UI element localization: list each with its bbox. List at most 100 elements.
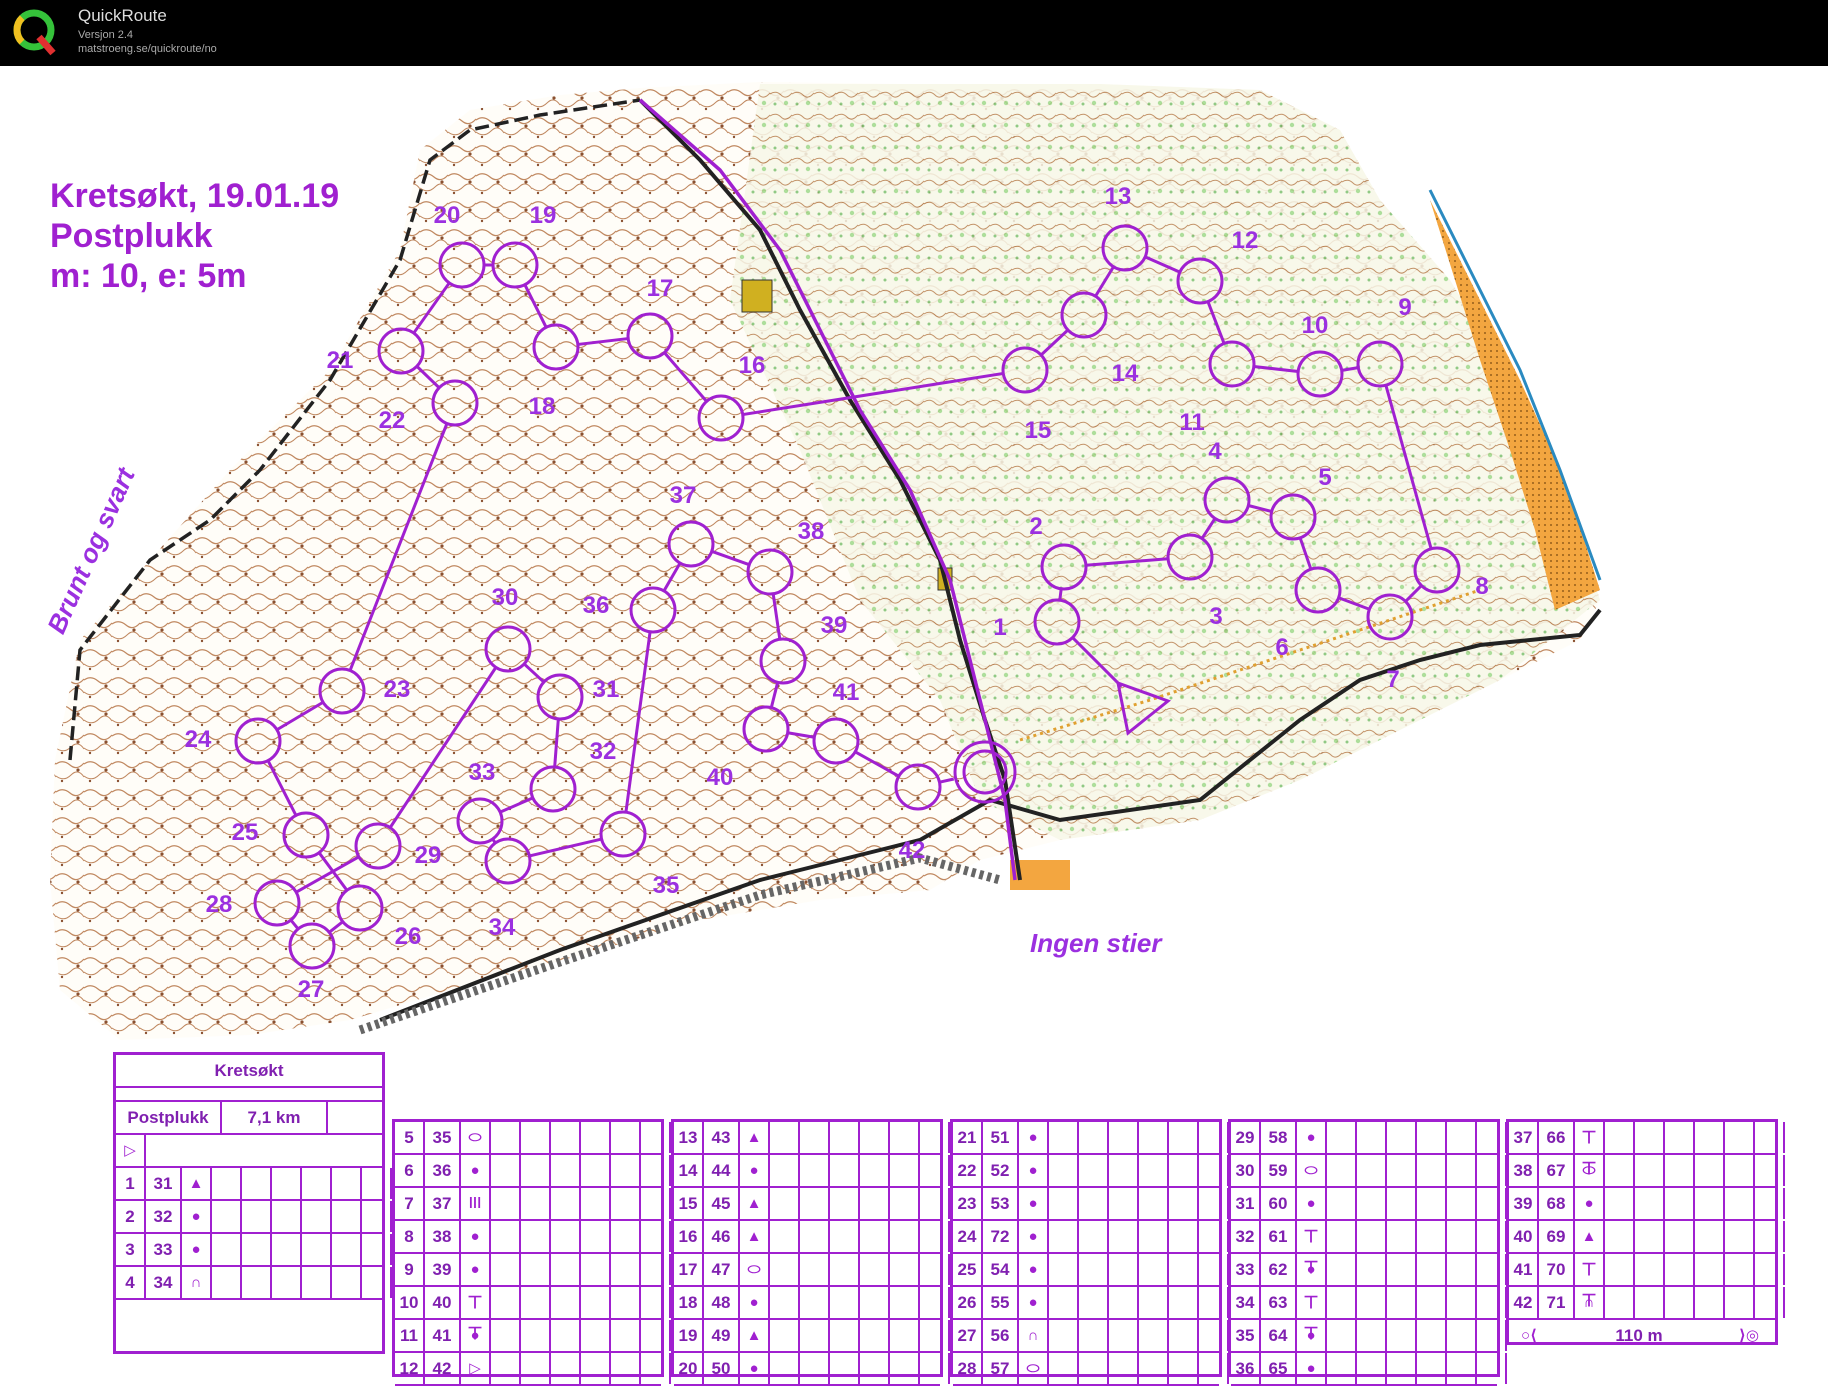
desc-feature-symbol: ● [1019,1122,1049,1153]
desc-empty-cell [1199,1155,1229,1186]
desc-empty-cell [890,1287,920,1318]
desc-empty-cell [830,1122,860,1153]
desc-control-seq: 38 [1509,1155,1539,1186]
desc-empty-cell [830,1353,860,1384]
desc-empty-cell [641,1287,671,1318]
desc-control-code: 51 [983,1122,1019,1153]
desc-empty-cell [1605,1287,1635,1318]
desc-empty-cell [860,1122,890,1153]
desc-control-code: 64 [1261,1320,1297,1351]
desc-control-seq: 36 [1231,1353,1261,1384]
desc-empty-cell [1477,1221,1507,1252]
desc-empty-cell [1605,1188,1635,1219]
desc-empty-cell [302,1234,332,1265]
desc-empty-cell [1327,1353,1357,1384]
desc-empty-cell [551,1287,581,1318]
desc-row: 39 68 ● [1509,1188,1785,1221]
desc-row: 34 63 ㄒㄒ [1231,1287,1507,1342]
control-number-30: 30 [491,584,519,611]
desc-control-code: 43 [704,1122,740,1153]
desc-control-code: 53 [983,1188,1019,1219]
desc-empty-cell [920,1155,950,1186]
desc-feature-symbol: ● [1019,1155,1049,1186]
desc-empty-cell [332,1234,362,1265]
desc-empty-cell [242,1168,272,1199]
desc-empty-cell [1169,1221,1199,1252]
desc-empty-cell [1387,1155,1417,1186]
desc-empty-cell [332,1201,362,1232]
desc-empty-cell [1695,1254,1725,1285]
control-number-37: 37 [669,482,697,509]
desc-empty-cell [332,1267,362,1298]
desc-empty-cell [800,1221,830,1252]
quickroute-logo-icon [13,9,56,56]
desc-empty-cell [890,1221,920,1252]
title-bar: QuickRoute Versjon 2.4 matstroeng.se/qui… [0,0,1828,66]
desc-empty-cell [1169,1122,1199,1153]
desc-empty-cell [581,1122,611,1153]
desc-row: 35 64 ● [1231,1320,1507,1353]
desc-control-seq: 15 [674,1188,704,1219]
desc-feature-symbol: ⬭ [1297,1155,1327,1186]
desc-row: 32 61 ㄒㄒ [1231,1221,1507,1276]
desc-feature-symbol: ● [740,1353,770,1384]
desc-empty-cell [641,1254,671,1285]
desc-control-code: 31 [146,1168,182,1199]
desc-control-seq: 40 [1509,1221,1539,1252]
control-number-29: 29 [414,842,442,869]
desc-control-seq: 14 [674,1155,704,1186]
control-number-15: 15 [1024,417,1052,444]
desc-empty-cell [1725,1287,1755,1318]
desc-empty-cell [860,1155,890,1186]
desc-control-code: 62 [1261,1254,1297,1285]
desc-empty-cell [1755,1254,1785,1285]
desc-empty-cell [860,1254,890,1285]
desc-control-seq: 12 [395,1353,425,1384]
desc-empty-cell [581,1320,611,1351]
desc-control-code: 45 [704,1188,740,1219]
desc-empty-cell [890,1320,920,1351]
desc-empty-cell [920,1287,950,1318]
desc-empty-cell [1327,1155,1357,1186]
desc-feature-symbol: ● [1019,1221,1049,1252]
desc-feature-symbol: ● [1297,1353,1327,1384]
course-title-line-1: Kretsøkt, 19.01.19 [50,177,340,215]
control-number-18: 18 [528,393,556,420]
desc-header-table: Kretsøkt Postplukk 7,1 km ▷ 1 31 ▲ 2 32 ● 3 33 ●… [113,1052,392,1354]
desc-empty-cell [1665,1188,1695,1219]
desc-empty-cell [920,1320,950,1351]
desc-empty-cell [1477,1188,1507,1219]
desc-control-seq: 6 [395,1155,425,1186]
desc-empty-cell [890,1188,920,1219]
desc-row: 15 45 ▲ [674,1188,950,1221]
desc-control-code: 63 [1261,1287,1297,1318]
control-number-22: 22 [378,407,406,434]
desc-empty-cell [1635,1254,1665,1285]
control-number-42: 42 [898,837,926,864]
desc-control-code: 67 [1539,1155,1575,1186]
desc-empty-cell [1169,1287,1199,1318]
desc-feature-symbol: ǀǀǀ [461,1188,491,1219]
desc-empty-cell [1447,1188,1477,1219]
desc-empty-cell [1079,1353,1109,1384]
desc-feature-symbol: ▲ [740,1320,770,1351]
desc-control-code: 47 [704,1254,740,1285]
desc-empty-cell [920,1122,950,1153]
desc-empty-cell [1049,1320,1079,1351]
desc-empty-cell [1049,1254,1079,1285]
desc-control-code: 55 [983,1287,1019,1318]
desc-empty-cell [611,1221,641,1252]
desc-control-code: 49 [704,1320,740,1351]
desc-control-code: 44 [704,1155,740,1186]
desc-control-code: 59 [1261,1155,1297,1186]
desc-empty-cell [641,1320,671,1351]
desc-empty-cell [800,1287,830,1318]
desc-empty-cell [920,1221,950,1252]
desc-empty-cell [1109,1353,1139,1384]
desc-empty-cell [641,1188,671,1219]
desc-feature-symbol: ● [461,1155,491,1186]
desc-empty-cell [551,1188,581,1219]
desc-empty-cell [1387,1320,1417,1351]
desc-empty-cell [302,1168,332,1199]
desc-empty-cell [1049,1353,1079,1384]
